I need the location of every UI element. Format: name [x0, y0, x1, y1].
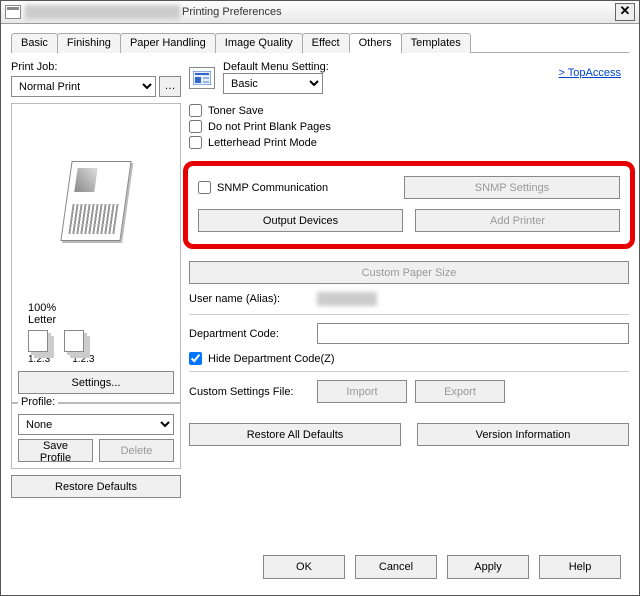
- user-name-value-blurred: [317, 292, 377, 306]
- delete-profile-button[interactable]: Delete: [99, 439, 174, 462]
- printer-name-blurred: [25, 5, 180, 19]
- cancel-button[interactable]: Cancel: [355, 555, 437, 579]
- toner-save-label: Toner Save: [208, 105, 264, 117]
- toner-save-checkbox[interactable]: [189, 104, 202, 117]
- custom-settings-label: Custom Settings File:: [189, 386, 309, 398]
- print-job-select[interactable]: Normal Print: [11, 76, 156, 97]
- save-profile-button[interactable]: Save Profile: [18, 439, 93, 462]
- collate-icon-1: [28, 330, 48, 352]
- tab-effect[interactable]: Effect: [302, 33, 350, 53]
- apply-button[interactable]: Apply: [447, 555, 529, 579]
- default-menu-select[interactable]: Basic: [223, 73, 323, 94]
- tabs: Basic Finishing Paper Handling Image Qua…: [11, 32, 629, 53]
- default-menu-icon: [189, 67, 215, 89]
- snmp-settings-button[interactable]: SNMP Settings: [404, 176, 620, 199]
- collate-icon-2: [64, 330, 84, 352]
- help-button[interactable]: Help: [539, 555, 621, 579]
- tab-templates[interactable]: Templates: [401, 33, 471, 53]
- stack-label-1: 1.2.3: [28, 354, 50, 365]
- printer-icon: [5, 5, 21, 19]
- version-info-button[interactable]: Version Information: [417, 423, 629, 446]
- dialog-footer: OK Cancel Apply Help: [263, 555, 621, 579]
- letterhead-checkbox[interactable]: [189, 136, 202, 149]
- ok-button[interactable]: OK: [263, 555, 345, 579]
- no-blank-label: Do not Print Blank Pages: [208, 121, 331, 133]
- paper-size: Letter: [18, 314, 174, 326]
- window-title: Printing Preferences: [182, 6, 282, 18]
- tab-paper-handling[interactable]: Paper Handling: [120, 33, 216, 53]
- tab-others[interactable]: Others: [349, 33, 402, 53]
- stack-label-2: 1.2.3: [72, 354, 94, 365]
- hide-dept-code-label: Hide Department Code(Z): [208, 353, 335, 365]
- zoom-value: 100%: [28, 302, 56, 314]
- tab-finishing[interactable]: Finishing: [57, 33, 121, 53]
- snmp-comm-label: SNMP Communication: [217, 182, 328, 194]
- topaccess-link[interactable]: > TopAccess: [559, 67, 621, 79]
- preview-area: [11, 103, 181, 298]
- dept-code-input[interactable]: [317, 323, 629, 344]
- tab-basic[interactable]: Basic: [11, 33, 58, 53]
- letterhead-label: Letterhead Print Mode: [208, 137, 317, 149]
- page-preview-icon: [60, 161, 131, 241]
- restore-defaults-button[interactable]: Restore Defaults: [11, 475, 181, 498]
- printing-preferences-window: Printing Preferences ✕ Basic Finishing P…: [0, 0, 640, 596]
- print-job-label: Print Job:: [11, 61, 181, 73]
- add-printer-button[interactable]: Add Printer: [415, 209, 620, 232]
- right-panel: Default Menu Setting: Basic > TopAccess …: [189, 61, 629, 498]
- profile-select[interactable]: None: [18, 414, 174, 435]
- custom-paper-size-button[interactable]: Custom Paper Size: [189, 261, 629, 284]
- user-name-label: User name (Alias):: [189, 293, 309, 305]
- tab-image-quality[interactable]: Image Quality: [215, 33, 303, 53]
- hide-dept-code-checkbox[interactable]: [189, 352, 202, 365]
- import-button[interactable]: Import: [317, 380, 407, 403]
- close-button[interactable]: ✕: [615, 3, 635, 21]
- dept-code-label: Department Code:: [189, 328, 309, 340]
- default-menu-label: Default Menu Setting:: [223, 61, 329, 73]
- no-blank-checkbox[interactable]: [189, 120, 202, 133]
- settings-button[interactable]: Settings...: [18, 371, 174, 394]
- profile-group: Profile: None Save Profile Delete: [11, 403, 181, 469]
- output-devices-button[interactable]: Output Devices: [198, 209, 403, 232]
- print-job-more-button[interactable]: …: [159, 76, 181, 97]
- titlebar: Printing Preferences ✕: [1, 1, 639, 24]
- export-button[interactable]: Export: [415, 380, 505, 403]
- snmp-comm-checkbox[interactable]: [198, 181, 211, 194]
- restore-all-defaults-button[interactable]: Restore All Defaults: [189, 423, 401, 446]
- snmp-highlight-box: SNMP Communication SNMP Settings Output …: [183, 161, 635, 249]
- profile-legend: Profile:: [18, 396, 58, 408]
- left-panel: Print Job: Normal Print … 100% Let: [11, 61, 181, 498]
